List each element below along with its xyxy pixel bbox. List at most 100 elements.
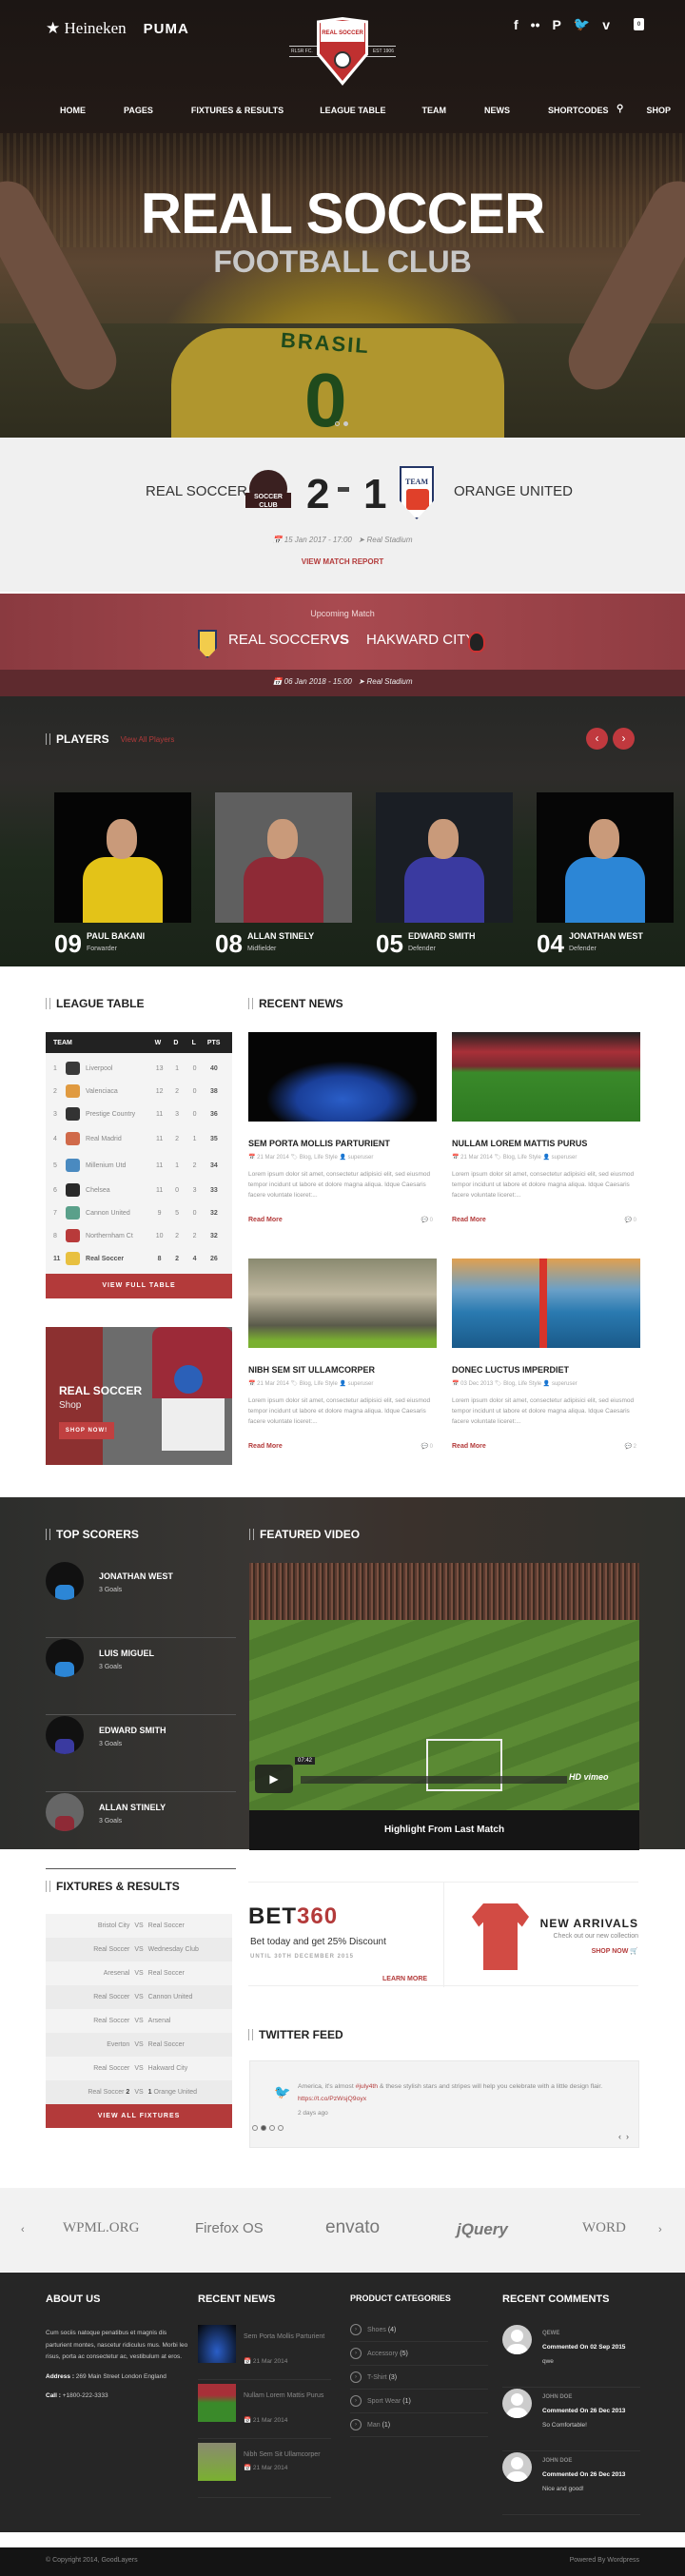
comment-item[interactable]: JOHN DOE Commented On 26 Dec 2013 Nice and… bbox=[502, 2452, 640, 2515]
read-more-link[interactable]: Read More bbox=[248, 1443, 283, 1450]
video-progress-bar[interactable] bbox=[301, 1776, 567, 1784]
cart-icon[interactable]: 0 bbox=[634, 18, 645, 30]
comment-count[interactable]: 💬 0 bbox=[625, 1217, 636, 1223]
search-icon[interactable]: ⚲ bbox=[616, 104, 623, 114]
nav-pages[interactable]: PAGES bbox=[124, 106, 153, 115]
scorer-item[interactable]: JONATHAN WEST 3 Goals bbox=[46, 1562, 236, 1638]
news-image[interactable] bbox=[452, 1032, 640, 1122]
fixture-row[interactable]: Real Soccer 2 VS 1 Orange United bbox=[46, 2080, 232, 2104]
play-icon[interactable]: ▶ bbox=[255, 1765, 293, 1793]
tweet-hashtag[interactable]: #july4th bbox=[356, 2083, 378, 2090]
news-author[interactable]: superuser bbox=[348, 1381, 374, 1387]
learn-more-link[interactable]: LEARN MORE bbox=[382, 1976, 427, 1982]
footer-news-item[interactable]: Nibh Sem Sit Ullamcorper 📅 21 Mar 2014 bbox=[198, 2443, 331, 2498]
nav-team[interactable]: TEAM bbox=[422, 106, 447, 115]
team-name[interactable]: Valenciaca bbox=[86, 1088, 150, 1095]
club-logo[interactable]: RLSR FC. EST 1906 REAL SOCCER bbox=[289, 17, 396, 86]
fixture-row[interactable]: Real Soccer VS Wednesday Club bbox=[46, 1938, 232, 1961]
nav-fixtures-results[interactable]: FIXTURES & RESULTS bbox=[191, 106, 284, 115]
category-item[interactable]: › Man (1) bbox=[350, 2413, 488, 2437]
puma-logo[interactable]: PUMA bbox=[144, 21, 189, 37]
heineken-logo[interactable]: ★ Heineken bbox=[46, 19, 127, 38]
news-title[interactable]: NULLAM LOREM MATTIS PURUS bbox=[452, 1139, 640, 1148]
team-name[interactable]: Cannon United bbox=[86, 1210, 150, 1217]
view-match-report-link[interactable]: VIEW MATCH REPORT bbox=[0, 557, 685, 566]
player-card[interactable]: 08 ALLAN STINELY Midfielder bbox=[215, 792, 352, 981]
jquery-logo[interactable]: jQuery bbox=[457, 2220, 508, 2239]
player-card[interactable]: 04 JONATHAN WEST Defender bbox=[537, 792, 674, 981]
bet360-logo[interactable]: BET360 bbox=[248, 1903, 338, 1930]
news-title[interactable]: NIBH SEM SIT ULLAMCORPER bbox=[248, 1365, 437, 1375]
news-title[interactable]: DONEC LUCTUS IMPERDIET bbox=[452, 1365, 640, 1375]
comment-item[interactable]: QEWE Commented On 02 Sep 2015 qwe bbox=[502, 2325, 640, 2388]
news-title[interactable]: Nullam Lorem Mattis Purus bbox=[244, 2390, 329, 2402]
view-all-players-link[interactable]: View All Players bbox=[121, 735, 175, 744]
twitter-icon[interactable]: 🐦 bbox=[574, 16, 590, 32]
slider-dot[interactable] bbox=[335, 421, 340, 426]
nav-news[interactable]: NEWS bbox=[484, 106, 510, 115]
nav-league-table[interactable]: LEAGUE TABLE bbox=[320, 106, 385, 115]
read-more-link[interactable]: Read More bbox=[248, 1217, 283, 1223]
tweet-next-icon[interactable]: › bbox=[626, 2132, 629, 2141]
read-more-link[interactable]: Read More bbox=[452, 1217, 486, 1223]
comment-count[interactable]: 💬 2 bbox=[625, 1443, 636, 1450]
player-name[interactable]: JONATHAN WEST bbox=[569, 931, 643, 941]
player-name[interactable]: ALLAN STINELY bbox=[247, 931, 314, 941]
team-name[interactable]: Prestige Country bbox=[86, 1111, 150, 1118]
shop-now-button[interactable]: SHOP NOW! bbox=[59, 1422, 114, 1439]
fixture-row[interactable]: Everton VS Real Soccer bbox=[46, 2033, 232, 2057]
fixture-row[interactable]: Real Soccer VS Hakward City bbox=[46, 2057, 232, 2080]
video-provider[interactable]: HD vimeo bbox=[569, 1772, 609, 1782]
flickr-icon[interactable]: •• bbox=[531, 17, 540, 32]
team-name[interactable]: Real Soccer bbox=[86, 1256, 150, 1262]
team-name[interactable]: Chelsea bbox=[86, 1187, 150, 1194]
nav-shortcodes[interactable]: SHORTCODES bbox=[548, 106, 609, 115]
clients-prev-icon[interactable]: ‹ bbox=[21, 2224, 25, 2235]
players-next-button[interactable]: › bbox=[613, 728, 635, 750]
wpml-logo[interactable]: WPML.ORG bbox=[63, 2220, 139, 2236]
news-author[interactable]: superuser bbox=[348, 1155, 374, 1161]
player-name[interactable]: PAUL BAKANI bbox=[87, 931, 145, 941]
comment-count[interactable]: 💬 0 bbox=[421, 1217, 433, 1223]
vimeo-icon[interactable]: v bbox=[602, 17, 610, 32]
player-name[interactable]: EDWARD SMITH bbox=[408, 931, 476, 941]
team-name[interactable]: Liverpool bbox=[86, 1065, 150, 1072]
powered-by-text[interactable]: Powered By Wordpress bbox=[570, 2557, 639, 2564]
players-prev-button[interactable]: ‹ bbox=[586, 728, 608, 750]
tweet-link[interactable]: https://t.co/PzWsjQ9oyx bbox=[298, 2096, 366, 2102]
nav-home[interactable]: HOME bbox=[60, 106, 86, 115]
team-name[interactable]: Millenium Utd bbox=[86, 1162, 150, 1169]
team-name[interactable]: Real Madrid bbox=[86, 1136, 150, 1142]
news-tags[interactable]: Blog, Life Style bbox=[503, 1381, 541, 1387]
player-card[interactable]: 05 EDWARD SMITH Defender bbox=[376, 792, 513, 981]
nav-shop[interactable]: SHOP bbox=[647, 106, 672, 115]
category-item[interactable]: › Accessory (5) bbox=[350, 2342, 488, 2366]
news-image[interactable] bbox=[248, 1259, 437, 1348]
news-tags[interactable]: Blog, Life Style bbox=[300, 1381, 338, 1387]
facebook-icon[interactable]: f bbox=[514, 17, 519, 32]
firefox-os-logo[interactable]: Firefox OS bbox=[195, 2220, 264, 2236]
category-item[interactable]: › T-Shirt (3) bbox=[350, 2366, 488, 2390]
featured-video-player[interactable]: ▶ 07:42 HD vimeo Highlight From Last Mat… bbox=[249, 1563, 639, 1850]
tweet-dot[interactable] bbox=[269, 2125, 275, 2131]
shop-now-link[interactable]: SHOP NOW 🛒 bbox=[592, 1947, 638, 1955]
news-tags[interactable]: Blog, Life Style bbox=[503, 1155, 541, 1161]
footer-news-item[interactable]: Nullam Lorem Mattis Purus 📅 21 Mar 2014 bbox=[198, 2384, 331, 2439]
fixture-row[interactable]: Real Soccer VS Cannon United bbox=[46, 1985, 232, 2009]
news-author[interactable]: superuser bbox=[552, 1155, 577, 1161]
news-author[interactable]: superuser bbox=[552, 1381, 577, 1387]
scorer-item[interactable]: ALLAN STINELY 3 Goals bbox=[46, 1793, 236, 1869]
player-card[interactable]: 09 PAUL BAKANI Forwarder bbox=[54, 792, 191, 981]
comment-count[interactable]: 💬 0 bbox=[421, 1443, 433, 1450]
scorer-item[interactable]: EDWARD SMITH 3 Goals bbox=[46, 1716, 236, 1792]
shop-banner[interactable]: REAL SOCCER Shop SHOP NOW! bbox=[46, 1327, 232, 1465]
footer-news-item[interactable]: Sem Porta Mollis Parturient 📅 21 Mar 2014 bbox=[198, 2325, 331, 2380]
pinterest-icon[interactable]: P bbox=[552, 17, 560, 32]
slider-dot-active[interactable] bbox=[343, 421, 348, 426]
news-image[interactable] bbox=[452, 1259, 640, 1348]
clients-next-icon[interactable]: › bbox=[658, 2224, 662, 2235]
view-full-table-button[interactable]: VIEW FULL TABLE bbox=[46, 1274, 232, 1298]
comment-item[interactable]: JOHN DOE Commented On 26 Dec 2013 So Comfo… bbox=[502, 2389, 640, 2451]
fixture-row[interactable]: Aresenal VS Real Soccer bbox=[46, 1961, 232, 1985]
news-title[interactable]: Nibh Sem Sit Ullamcorper bbox=[244, 2449, 329, 2461]
